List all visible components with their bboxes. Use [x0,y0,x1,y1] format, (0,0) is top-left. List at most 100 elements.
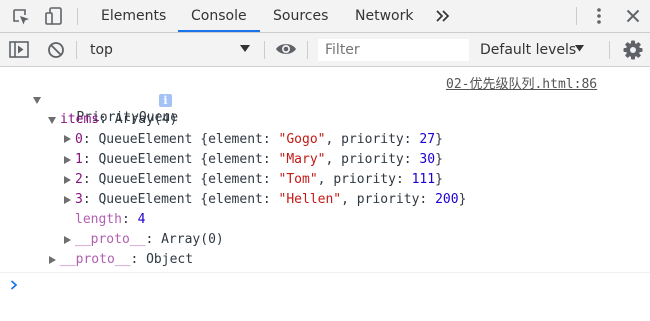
comma: , [325,132,342,147]
active-tab-indicator [178,30,260,32]
tab-separator [576,7,577,25]
tab-console[interactable]: Console [191,0,247,32]
string-value: "Mary" [278,152,326,167]
brace-close: } [435,152,443,167]
property-key: __proto__ [75,232,146,247]
field-key: element [208,192,263,207]
toolbar-separator [264,41,265,59]
colon: : [99,112,115,127]
brace-open: { [192,152,209,167]
chevron-down-icon[interactable] [240,45,250,53]
colon: : [395,172,412,187]
expand-arrow-icon[interactable] [48,117,56,124]
colon: : [82,172,99,187]
number-value: 4 [137,212,146,227]
object-proto-property[interactable]: __proto__: Object [60,251,193,269]
number-value: 200 [435,192,459,207]
colon: : [262,192,279,207]
element-class: QueueElement [98,192,193,207]
eye-icon[interactable] [275,42,297,56]
property-value: Object [146,252,194,267]
colon: : [419,192,436,207]
clear-console-icon[interactable] [47,41,65,59]
colon: : [130,252,147,267]
colon: : [121,212,138,227]
array-index: 1 [75,152,83,167]
field-key: priority [333,172,396,187]
colon: : [82,192,99,207]
toolbar-separator [609,41,610,59]
brace-open: { [192,192,209,207]
info-icon[interactable]: i [159,94,172,107]
toolbar-separator [76,41,77,59]
colon: : [262,172,279,187]
log-levels-label: Default levels [480,42,577,58]
comma: , [317,172,334,187]
tab-network[interactable]: Network [355,0,413,32]
field-key: priority [341,152,404,167]
number-value: 111 [411,172,436,187]
brace-open: { [192,172,209,187]
property-key: items [60,112,100,127]
console-prompt-input[interactable] [24,276,634,294]
expand-arrow-icon[interactable] [33,97,41,104]
close-icon[interactable] [626,9,640,23]
colon: : [145,232,162,247]
gear-icon[interactable] [623,40,643,60]
property-key: __proto__ [60,252,131,267]
device-toolbar-icon[interactable] [44,6,64,26]
expand-arrow-icon[interactable] [64,176,71,184]
colon: : [262,152,279,167]
list-item[interactable]: 2: QueueElement {element: "Tom", priorit… [75,171,443,189]
property-key: length [75,212,122,227]
kebab-menu-icon[interactable] [594,7,604,25]
filter-input[interactable] [318,39,469,61]
length-property: length: 4 [75,211,145,229]
double-chevron-right-icon[interactable] [436,10,450,22]
execution-context-select[interactable]: top [90,42,113,58]
expand-arrow-icon[interactable] [64,135,71,143]
expand-arrow-icon[interactable] [64,236,71,244]
expand-arrow-icon[interactable] [64,196,71,204]
number-value: 27 [419,132,436,147]
colon: : [403,132,420,147]
list-item[interactable]: 3: QueueElement {element: "Hellen", prio… [75,191,466,209]
log-levels-dropdown[interactable]: Default levels [480,42,576,58]
field-key: element [208,172,263,187]
tab-sources[interactable]: Sources [273,0,328,32]
source-link[interactable]: 02-优先级队列.html:86 [446,73,597,92]
array-index: 3 [75,192,83,207]
colon: : [82,132,99,147]
element-class: QueueElement [98,172,193,187]
array-proto-property[interactable]: __proto__: Array(0) [75,231,224,249]
expand-arrow-icon[interactable] [49,256,56,264]
list-item[interactable]: 0: QueueElement {element: "Gogo", priori… [75,131,443,149]
comma: , [341,192,357,207]
prompt-divider [0,272,650,273]
show-sidebar-icon[interactable] [9,41,29,59]
list-item[interactable]: 1: QueueElement {element: "Mary", priori… [75,151,443,169]
field-key: element [208,132,263,147]
prompt-chevron-icon [10,280,18,290]
string-value: "Gogo" [278,132,326,147]
property-value: Array(4) [114,112,178,127]
brace-close: } [458,192,467,207]
items-property[interactable]: items: Array(4) [60,111,177,129]
inspect-element-icon[interactable] [11,7,31,27]
array-index: 0 [75,132,83,147]
field-key: element [208,152,263,167]
colon: : [403,152,420,167]
number-value: 30 [419,152,436,167]
string-value: "Hellen" [278,192,342,207]
tab-elements[interactable]: Elements [101,0,166,32]
comma: , [325,152,342,167]
toolbar-separator [307,41,308,59]
colon: : [262,132,279,147]
element-class: QueueElement [98,132,193,147]
expand-arrow-icon[interactable] [64,156,71,164]
tab-separator [77,8,78,25]
chevron-down-icon[interactable] [575,45,584,52]
string-value: "Tom" [278,172,318,187]
field-key: priority [356,192,420,207]
colon: : [82,152,99,167]
